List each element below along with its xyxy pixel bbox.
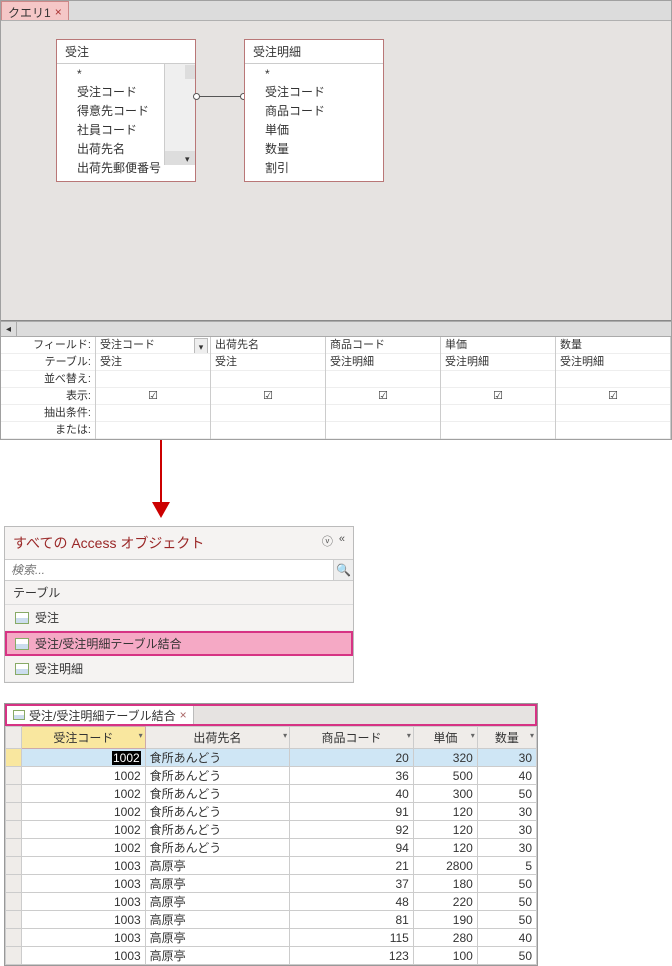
table-box-left[interactable]: 受注 * 受注コード 得意先コード 社員コード 出荷先名 出荷先郵便番号 ▴▾ bbox=[56, 39, 196, 182]
datasheet-table[interactable]: 受注コード▾出荷先名▾商品コード▾単価▾数量▾ 1002食所あんどう203203… bbox=[5, 726, 537, 965]
query-tab[interactable]: クエリ1 × bbox=[1, 1, 69, 20]
table-row[interactable]: 1002食所あんどう3650040 bbox=[6, 767, 537, 785]
nav-item[interactable]: 受注明細 bbox=[5, 656, 353, 682]
navigation-pane: すべての Access オブジェクト ⓥ « 🔍 テーブル 受注受注/受注明細テー… bbox=[4, 526, 354, 683]
table-row[interactable]: 1002食所あんどう9112030 bbox=[6, 803, 537, 821]
table-row[interactable]: 1003高原亭2128005 bbox=[6, 857, 537, 875]
table-row[interactable]: 1002食所あんどう9412030 bbox=[6, 839, 537, 857]
chevron-down-icon[interactable]: ⓥ bbox=[322, 533, 333, 553]
table-icon bbox=[13, 710, 25, 720]
query-designer: クエリ1 × 受注 * 受注コード 得意先コード 社員コード 出荷先名 出荷先郵… bbox=[0, 0, 672, 440]
column-header[interactable]: 商品コード▾ bbox=[290, 727, 414, 749]
table-row[interactable]: 1002食所あんどう9212030 bbox=[6, 821, 537, 839]
diagram-area[interactable]: 受注 * 受注コード 得意先コード 社員コード 出荷先名 出荷先郵便番号 ▴▾ … bbox=[1, 21, 671, 321]
field-list[interactable]: * 受注コード 得意先コード 社員コード 出荷先名 出荷先郵便番号 ▴▾ bbox=[57, 64, 195, 181]
show-checkbox[interactable]: ☑ bbox=[556, 388, 670, 405]
datasheet-tab-bar: 受注/受注明細テーブル結合 × bbox=[5, 704, 537, 726]
table-row[interactable]: 1002食所あんどう4030050 bbox=[6, 785, 537, 803]
datasheet-tab[interactable]: 受注/受注明細テーブル結合 × bbox=[7, 706, 194, 724]
join-line[interactable] bbox=[196, 96, 244, 97]
table-row[interactable]: 1002食所あんどう2032030 bbox=[6, 749, 537, 767]
table-icon bbox=[15, 663, 29, 675]
search-icon[interactable]: 🔍 bbox=[333, 560, 353, 580]
table-title: 受注明細 bbox=[245, 40, 383, 64]
scrollbar[interactable]: ▴▾ bbox=[164, 64, 195, 165]
field-list[interactable]: * 受注コード 商品コード 単価 数量 割引 bbox=[245, 64, 383, 181]
table-row[interactable]: 1003高原亭4822050 bbox=[6, 893, 537, 911]
datasheet-tab-label: 受注/受注明細テーブル結合 bbox=[29, 707, 176, 724]
nav-search: 🔍 bbox=[5, 560, 353, 581]
grid-column[interactable]: 商品コード受注明細☑ bbox=[326, 337, 441, 439]
arrow-indicator bbox=[0, 440, 672, 526]
show-checkbox[interactable]: ☑ bbox=[326, 388, 440, 405]
column-header[interactable]: 単価▾ bbox=[413, 727, 477, 749]
table-row[interactable]: 1003高原亭12310050 bbox=[6, 947, 537, 965]
nav-section[interactable]: テーブル bbox=[5, 581, 353, 605]
column-header[interactable]: 受注コード▾ bbox=[22, 727, 146, 749]
table-row[interactable]: 1003高原亭8119050 bbox=[6, 911, 537, 929]
grid-column[interactable]: 単価受注明細☑ bbox=[441, 337, 556, 439]
close-icon[interactable]: × bbox=[180, 708, 187, 722]
table-icon bbox=[15, 612, 29, 624]
table-row[interactable]: 1003高原亭3718050 bbox=[6, 875, 537, 893]
nav-item[interactable]: 受注 bbox=[5, 605, 353, 631]
close-icon[interactable]: × bbox=[55, 5, 62, 19]
grid-row-labels: フィールド: テーブル: 並べ替え: 表示: 抽出条件: または: bbox=[1, 337, 96, 439]
table-box-right[interactable]: 受注明細 * 受注コード 商品コード 単価 数量 割引 bbox=[244, 39, 384, 182]
show-checkbox[interactable]: ☑ bbox=[441, 388, 555, 405]
nav-item-label: 受注 bbox=[35, 609, 59, 626]
nav-title: すべての Access オブジェクト bbox=[13, 533, 204, 553]
query-tab-bar: クエリ1 × bbox=[1, 1, 671, 21]
design-grid: フィールド: テーブル: 並べ替え: 表示: 抽出条件: または: 受注コード受… bbox=[1, 337, 671, 439]
nav-title-bar[interactable]: すべての Access オブジェクト ⓥ « bbox=[5, 527, 353, 560]
column-header[interactable]: 出荷先名▾ bbox=[145, 727, 290, 749]
table-row[interactable]: 1003高原亭11528040 bbox=[6, 929, 537, 947]
collapse-icon[interactable]: « bbox=[339, 533, 345, 553]
search-input[interactable] bbox=[5, 560, 333, 580]
nav-item-label: 受注明細 bbox=[35, 660, 83, 677]
grid-column[interactable]: 受注コード受注☑ bbox=[96, 337, 211, 439]
nav-item[interactable]: 受注/受注明細テーブル結合 bbox=[5, 631, 353, 656]
query-tab-label: クエリ1 bbox=[8, 4, 51, 21]
horizontal-ruler[interactable]: ◂ bbox=[1, 321, 671, 337]
show-checkbox[interactable]: ☑ bbox=[96, 388, 210, 405]
datasheet-window: 受注/受注明細テーブル結合 × 受注コード▾出荷先名▾商品コード▾単価▾数量▾ … bbox=[4, 703, 538, 966]
show-checkbox[interactable]: ☑ bbox=[211, 388, 325, 405]
column-header[interactable]: 数量▾ bbox=[477, 727, 536, 749]
table-icon bbox=[15, 638, 29, 650]
nav-item-label: 受注/受注明細テーブル結合 bbox=[35, 635, 182, 652]
grid-column[interactable]: 数量受注明細☑ bbox=[556, 337, 671, 439]
grid-column[interactable]: 出荷先名受注☑ bbox=[211, 337, 326, 439]
table-title: 受注 bbox=[57, 40, 195, 64]
